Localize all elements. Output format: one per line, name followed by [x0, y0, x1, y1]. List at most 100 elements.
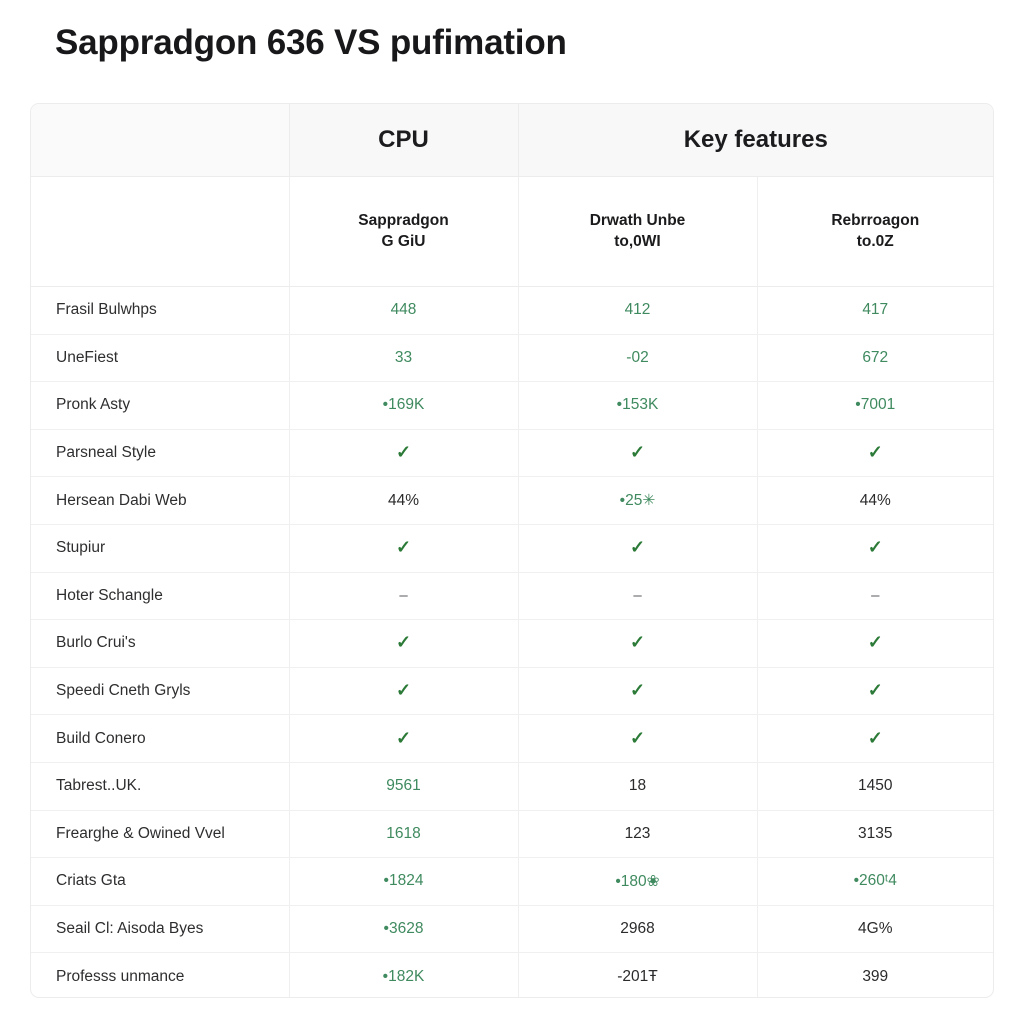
cell-value: 18 — [518, 762, 758, 811]
device-header-3: Rebrroagon to.0Z — [757, 176, 993, 287]
row-label: Hersean Dabi Web — [31, 476, 290, 525]
cell-value: •153K — [518, 381, 758, 430]
device-header-1: Sappradgon G GiU — [289, 176, 519, 287]
group-header-cpu: CPU — [289, 104, 519, 177]
cell-check: ✓ — [518, 524, 758, 573]
cell-check: ✓ — [757, 429, 993, 478]
table-row: Stupiur ✓ ✓ ✓ — [31, 524, 993, 573]
check-icon: ✓ — [629, 680, 646, 701]
row-label: Hoter Schangle — [31, 572, 290, 621]
table-row: Build Conero ✓ ✓ ✓ — [31, 714, 993, 763]
row-label: Speedi Cneth Gryls — [31, 667, 290, 716]
cell-check: ✓ — [289, 667, 519, 716]
cell-value: 9561 — [289, 762, 519, 811]
dash-icon: – — [633, 586, 642, 604]
cell-check: ✓ — [518, 619, 758, 668]
table-row: Hersean Dabi Web 44% •25✳ 44% — [31, 476, 993, 525]
row-label: Build Conero — [31, 714, 290, 763]
cell-value: •180❀ — [518, 857, 758, 906]
cell-check: ✓ — [518, 667, 758, 716]
cell-value: 3135 — [757, 810, 993, 859]
device-header-1-line1: Sappradgon — [358, 212, 449, 230]
cell-check: ✓ — [757, 667, 993, 716]
group-header-blank — [31, 104, 290, 177]
cell-dash: – — [289, 572, 519, 621]
table-row: Frearghe & Owined Vvel 1618 123 3135 — [31, 810, 993, 859]
cell-value: 417 — [757, 286, 993, 335]
table-row: Burlo Crui's ✓ ✓ ✓ — [31, 619, 993, 668]
cell-value: •1824 — [289, 857, 519, 906]
cell-value: •182K — [289, 952, 519, 997]
row-label: Seail Cl: Aisoda Byes — [31, 905, 290, 954]
cell-check: ✓ — [518, 714, 758, 763]
cell-value: 4G% — [757, 905, 993, 954]
check-icon: ✓ — [629, 727, 646, 748]
cell-check: ✓ — [289, 429, 519, 478]
check-icon: ✓ — [395, 632, 412, 653]
check-icon: ✓ — [867, 537, 883, 558]
check-icon: ✓ — [395, 680, 412, 701]
check-icon: ✓ — [629, 537, 646, 558]
cell-value: -02 — [518, 334, 758, 383]
check-icon: ✓ — [395, 537, 412, 558]
cell-value: 399 — [862, 967, 889, 985]
cell-value: •25✳ — [518, 476, 758, 525]
device-header-3-line2: to.0Z — [856, 232, 894, 250]
check-icon: ✓ — [395, 442, 412, 463]
device-header-row: Sappradgon G GiU Drwath Unbe to,0WI Rebr… — [31, 176, 993, 287]
device-header-blank — [31, 176, 290, 287]
comparison-table-card: CPU Key features Sappradgon G GiU Drwath… — [30, 103, 994, 998]
check-icon: ✓ — [395, 727, 412, 748]
cell-check: ✓ — [289, 619, 519, 668]
check-icon: ✓ — [867, 632, 883, 653]
table-row: UneFiest 33 -02 672 — [31, 334, 993, 383]
cell-value: 33 — [289, 334, 519, 383]
device-header-1-line2: G GiU — [381, 232, 426, 250]
cell-check: ✓ — [757, 524, 993, 573]
table-row: Seail Cl: Aisoda Byes •3628 2968 4G% — [31, 905, 993, 954]
cell-value: 1450 — [757, 762, 993, 811]
table-head: CPU Key features Sappradgon G GiU Drwath… — [31, 104, 993, 287]
cell-value: •3628 — [289, 905, 519, 954]
cell-dash: – — [518, 572, 758, 621]
group-header-row: CPU Key features — [31, 104, 993, 177]
cell-check: ✓ — [289, 714, 519, 763]
cell-value: 123 — [518, 810, 758, 859]
table-row: Frasil Bulwhps 448 412 417 — [31, 286, 993, 335]
page-root: Sappradgon 636 VS pufimation CPU Key fea… — [0, 0, 1024, 1024]
dash-icon: – — [871, 586, 880, 604]
cell-check: ✓ — [757, 714, 993, 763]
cell-check: ✓ — [518, 429, 758, 478]
cell-value: 44% — [289, 476, 519, 525]
row-label: Professs unmance — [31, 952, 290, 997]
check-icon: ✓ — [867, 680, 883, 701]
cell-value: -201Ŧ — [518, 952, 758, 997]
cell-value: 2968 — [518, 905, 758, 954]
cell-value: •7001 — [757, 381, 993, 430]
row-label: Burlo Crui's — [31, 619, 290, 668]
row-label: UneFiest — [31, 334, 290, 383]
group-header-key-features: Key features — [518, 104, 993, 177]
table-row: Tabrest..UK. 9561 18 1450 — [31, 762, 993, 811]
row-label: Parsneal Style — [31, 429, 290, 478]
row-label: Pronk Asty — [31, 381, 290, 430]
device-header-3-line1: Rebrroagon — [831, 212, 920, 230]
cell-value: •169K — [289, 381, 519, 430]
cell-value: 44% — [757, 476, 993, 525]
cell-check: ✓ — [289, 524, 519, 573]
row-label: Tabrest..UK. — [31, 762, 290, 811]
cell-value: 672 — [757, 334, 993, 383]
cell-value: 448 — [289, 286, 519, 335]
page-title: Sappradgon 636 VS pufimation — [55, 23, 567, 62]
cell-dash: – — [757, 572, 993, 621]
device-header-2-line1: Drwath Unbe — [589, 212, 686, 230]
cell-check: ✓ — [757, 619, 993, 668]
table-row: Professs unmance •182K -201Ŧ 399 — [31, 952, 993, 997]
cell-value: 1618 — [289, 810, 519, 859]
device-header-2-line2: to,0WI — [614, 232, 661, 250]
check-icon: ✓ — [867, 442, 883, 463]
table-row: Criats Gta •1824 •180❀ •260ᵗ4 — [31, 857, 993, 906]
comparison-table: CPU Key features Sappradgon G GiU Drwath… — [31, 104, 993, 997]
row-label: Stupiur — [31, 524, 290, 573]
row-label: Frearghe & Owined Vvel — [31, 810, 290, 859]
